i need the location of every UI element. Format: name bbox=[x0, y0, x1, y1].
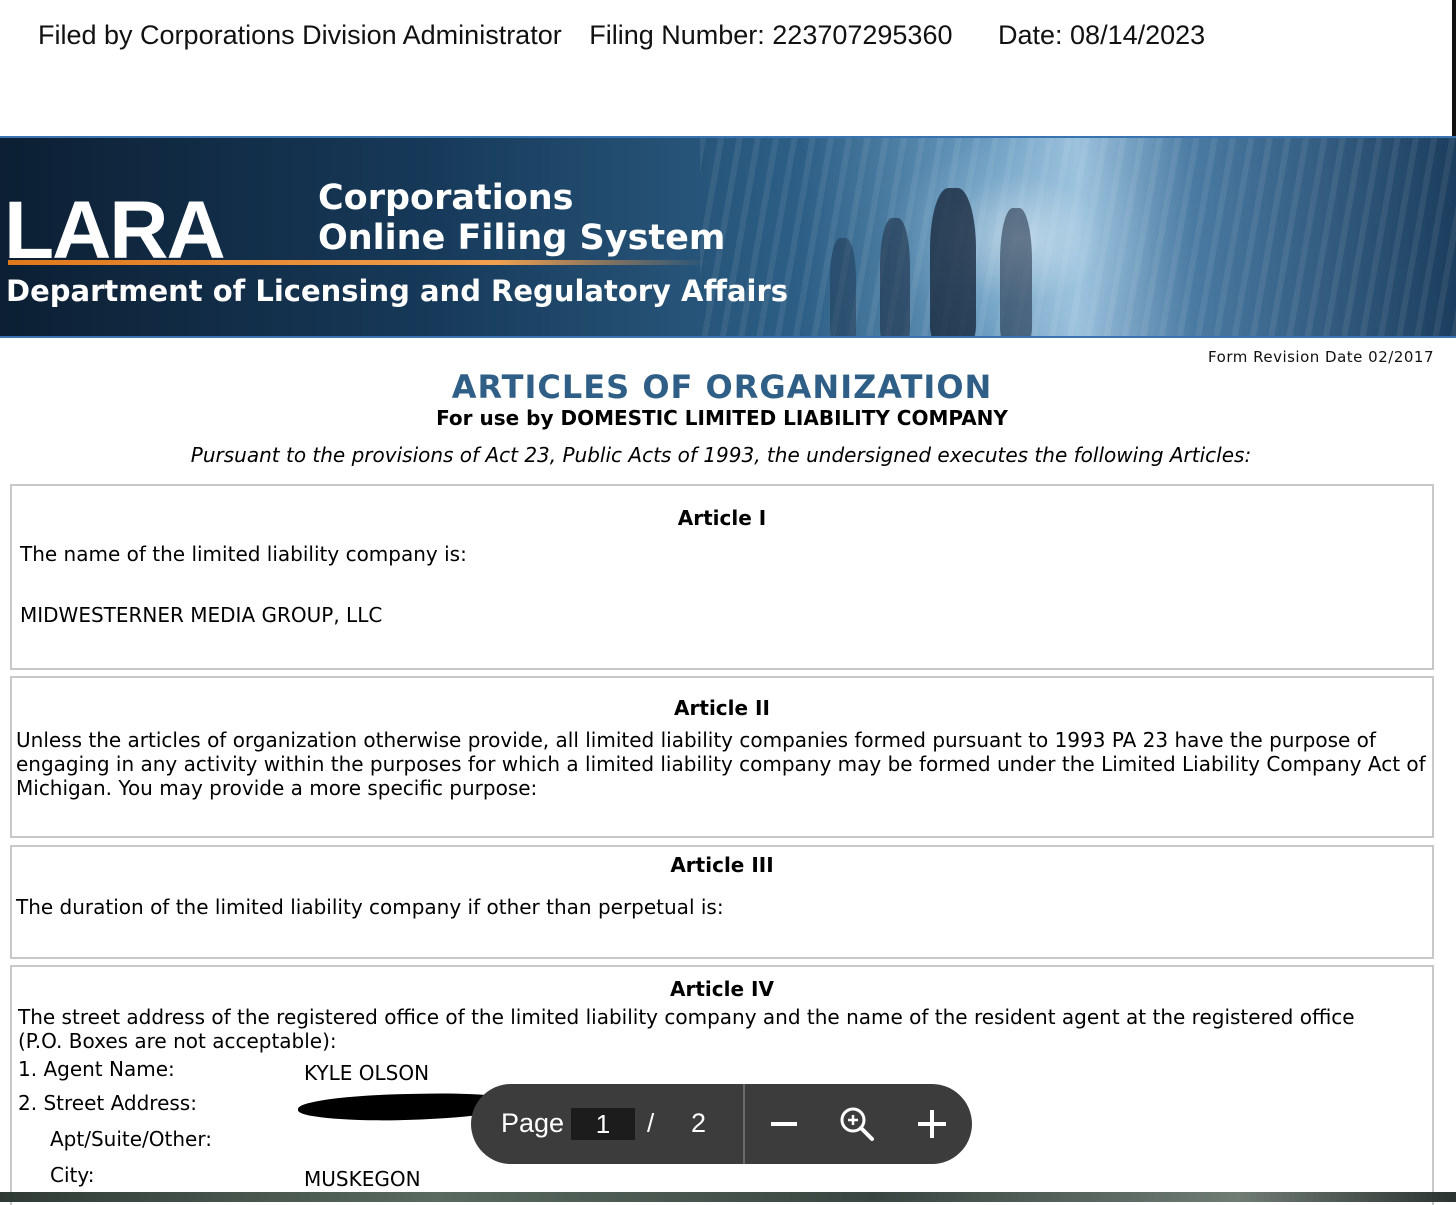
system-name: Corporations Online Filing System bbox=[318, 178, 725, 258]
banner-figure bbox=[880, 218, 910, 336]
filing-date: Date: 08/14/2023 bbox=[998, 20, 1206, 50]
zoom-out-button[interactable] bbox=[769, 1106, 799, 1142]
city-label: City: bbox=[50, 1163, 95, 1187]
pursuant-statement: Pursuant to the provisions of Act 23, Pu… bbox=[190, 443, 1252, 467]
article-2-heading: Article II bbox=[674, 696, 770, 720]
zoom-fit-button[interactable] bbox=[839, 1106, 875, 1142]
page-number-input[interactable]: 1 bbox=[571, 1108, 635, 1140]
banner-accent-line bbox=[8, 260, 708, 265]
background-strip bbox=[0, 1192, 1456, 1202]
article-2-line-3: Michigan. You may provide a more specifi… bbox=[16, 776, 538, 800]
article-4-line-2: (P.O. Boxes are not acceptable): bbox=[18, 1029, 337, 1053]
zoom-icon bbox=[840, 1107, 874, 1141]
street-address-label: 2. Street Address: bbox=[18, 1091, 197, 1115]
article-1-text: The name of the limited liability compan… bbox=[20, 542, 467, 566]
minus-icon bbox=[771, 1122, 797, 1126]
article-3-box: Article III The duration of the limited … bbox=[10, 845, 1434, 959]
filing-number: Filing Number: 223707295360 bbox=[589, 20, 953, 50]
article-1-box: Article I The name of the limited liabil… bbox=[10, 484, 1434, 670]
banner-figure bbox=[830, 238, 856, 336]
banner-figure bbox=[930, 188, 976, 336]
system-line1: Corporations bbox=[318, 178, 574, 218]
filed-by: Filed by Corporations Division Administr… bbox=[38, 20, 562, 50]
total-pages: 2 bbox=[691, 1108, 707, 1138]
pdf-viewer-toolbar: Page 1 / 2 bbox=[471, 1084, 972, 1164]
page-separator: / bbox=[647, 1108, 655, 1138]
article-2-line-1: Unless the articles of organization othe… bbox=[16, 728, 1376, 752]
zoom-in-button[interactable] bbox=[915, 1106, 949, 1142]
apt-suite-label: Apt/Suite/Other: bbox=[50, 1127, 212, 1151]
article-3-text: The duration of the limited liability co… bbox=[16, 895, 724, 919]
agent-name-label: 1. Agent Name: bbox=[18, 1057, 175, 1081]
plus-icon bbox=[918, 1110, 946, 1138]
company-name: MIDWESTERNER MEDIA GROUP, LLC bbox=[20, 603, 383, 627]
page-edge bbox=[1452, 0, 1456, 140]
form-revision: Form Revision Date 02/2017 bbox=[1208, 348, 1434, 366]
page-label: Page bbox=[501, 1108, 565, 1138]
filing-header: Filed by Corporations Division Administr… bbox=[38, 20, 1225, 51]
page-title: ARTICLES OF ORGANIZATION bbox=[451, 368, 993, 406]
article-3-heading: Article III bbox=[670, 853, 774, 877]
agent-name-value: KYLE OLSON bbox=[304, 1061, 430, 1085]
city-value: MUSKEGON bbox=[304, 1167, 421, 1191]
article-4-heading: Article IV bbox=[670, 977, 774, 1001]
toolbar-divider bbox=[743, 1084, 745, 1164]
article-4-line-1: The street address of the registered off… bbox=[18, 1005, 1355, 1029]
article-1-heading: Article I bbox=[677, 506, 767, 530]
banner-figure bbox=[1000, 208, 1032, 336]
article-2-box: Article II Unless the articles of organi… bbox=[10, 676, 1434, 838]
department-name: Department of Licensing and Regulatory A… bbox=[6, 274, 789, 308]
lara-banner: LARA Corporations Online Filing System D… bbox=[0, 136, 1456, 338]
system-line2: Online Filing System bbox=[318, 218, 726, 258]
page-subtitle: For use by DOMESTIC LIMITED LIABILITY CO… bbox=[436, 406, 1008, 430]
article-2-line-2: engaging in any activity within the purp… bbox=[16, 752, 1426, 776]
